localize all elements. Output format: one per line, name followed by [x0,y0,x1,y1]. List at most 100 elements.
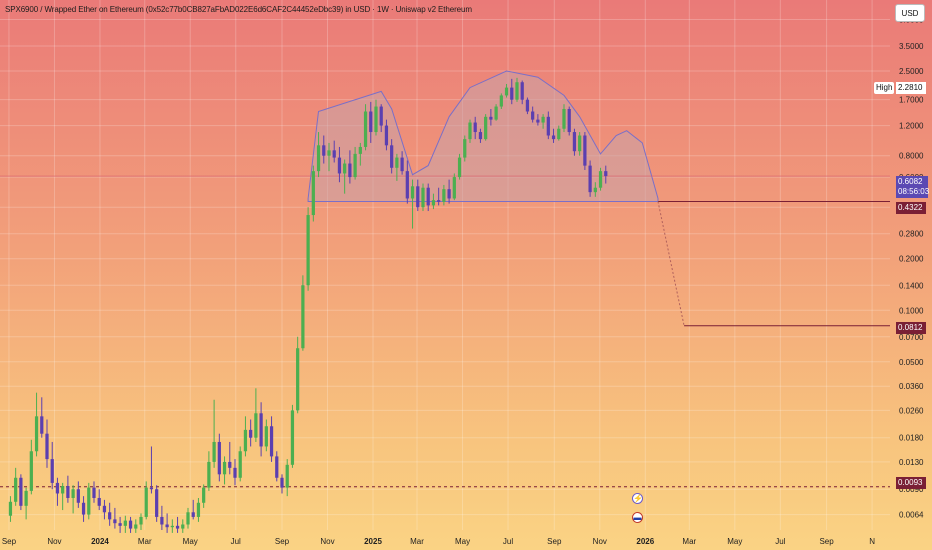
candle-body [536,119,540,123]
candle-body [358,146,362,154]
candle-body [264,426,268,447]
candle-body [254,413,258,438]
x-tick-label: Nov [320,537,334,546]
candle-body [113,519,117,524]
candle-body [578,135,582,152]
candle-body [296,348,300,411]
candle-body [463,139,467,158]
candle-body [604,171,608,177]
candle-body [322,145,326,156]
candle-body [118,523,122,526]
candle-body [196,502,201,517]
y-tick-label: 3.5000 [899,42,924,51]
candle-body [269,426,274,457]
candle-body [337,157,342,174]
candle-body [421,187,425,208]
chart-stage[interactable]: 5.00003.50002.50001.70001.20000.80000.60… [0,0,932,550]
y-tick-label: 0.0064 [899,511,924,520]
candle-body [598,171,603,188]
y-tick-label: 0.0360 [899,382,924,391]
candle-body [410,186,415,199]
candle-body [76,489,80,503]
candle-body [134,524,138,529]
candle-body [390,145,394,168]
candle-body [400,157,404,172]
bar-countdown: 08:56:03 [898,187,930,196]
candle-body [139,516,143,525]
y-tick-label: 0.0180 [899,434,924,443]
candle-body [290,410,295,465]
candle-body [50,459,54,483]
candle-body [525,99,530,112]
candle-body [489,116,493,120]
candle-body [588,165,592,193]
candle-body [567,108,571,133]
candle-body [19,477,23,506]
candle-body [61,485,65,494]
projection-line [657,201,685,326]
candle-body [40,416,44,434]
candle-body [316,145,321,172]
candle-body [160,516,164,525]
y-tick-label: 0.1000 [899,306,924,315]
candle-body [149,487,154,490]
candle-body [165,524,169,528]
x-tick-label: Sep [275,537,290,546]
candle-body [186,512,190,525]
candle-body [593,187,597,193]
y-tick-label: 0.1400 [899,281,924,290]
candle-body [332,150,336,158]
candle-body [8,501,13,516]
candle-body [520,82,524,100]
candle-body [405,171,409,199]
candle-body [363,111,368,147]
y-tick-label: 0.8000 [899,152,924,161]
candle-body [24,490,28,506]
y-tick-label: 1.7000 [899,96,924,105]
candle-body [541,116,545,123]
candle-body [442,189,446,202]
candle-body [473,122,477,133]
candle-body [301,285,305,349]
candle-body [175,525,180,529]
candle-body [228,461,232,468]
candle-body [81,502,86,515]
candle-body [416,186,420,208]
current-price-value: 0.6082 [898,177,923,186]
high-label: High [874,82,895,94]
candle-body [452,177,456,199]
candle-body [181,524,185,529]
candle-body [71,489,75,498]
candle-body [426,187,430,206]
candle-body [144,487,148,517]
lightning-icon[interactable]: ⚡ [632,493,643,504]
target-price-tag: 0.0812 [896,322,926,334]
us-flag-icon[interactable]: ▬ [632,512,643,523]
candle-body [128,520,133,529]
candle-body [478,132,483,140]
y-tick-label: 2.5000 [899,67,924,76]
y-tick-label: 1.2000 [899,122,924,131]
x-tick-label: Nov [593,537,607,546]
x-tick-label: Jul [231,537,241,546]
candle-body [562,108,566,129]
candle-body [191,512,195,517]
x-tick-label: 2026 [636,537,654,546]
candle-body [551,135,556,140]
candle-body [275,456,279,478]
candle-body [447,189,451,199]
candle-body [207,461,211,488]
candle-body [66,485,70,498]
candle-body [306,215,310,286]
candle-body [546,116,550,136]
candle-body [55,482,60,494]
candle-body [374,106,378,133]
candle-body [259,413,263,447]
currency-button[interactable]: USD [895,4,925,22]
price-chart[interactable]: 5.00003.50002.50001.70001.20000.80000.60… [0,0,932,550]
candle-body [369,111,373,133]
candle-body [499,95,503,107]
candle-body [468,122,472,140]
candle-body [379,106,383,126]
candle-body [572,132,577,152]
